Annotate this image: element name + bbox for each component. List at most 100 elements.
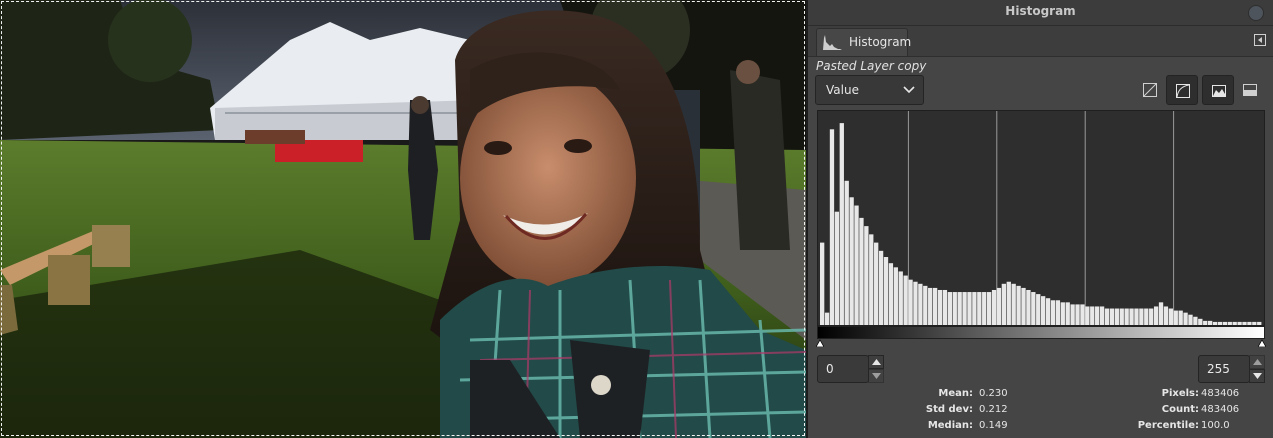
histogram-bar xyxy=(1134,308,1139,325)
histogram-bar xyxy=(883,257,889,325)
histogram-bar xyxy=(1203,320,1208,325)
histogram-bar xyxy=(1109,308,1115,325)
histogram-bar xyxy=(972,292,977,325)
histogram-bar xyxy=(1124,308,1129,325)
range-high-increment[interactable] xyxy=(1249,355,1265,369)
chevron-down-icon xyxy=(1253,373,1262,379)
range-low-input[interactable]: 0 xyxy=(817,355,869,383)
chevron-up-icon xyxy=(872,359,881,365)
histogram-bar xyxy=(1006,281,1011,325)
range-low-spinner[interactable]: 0 xyxy=(817,355,884,383)
histogram-bar xyxy=(1095,306,1100,325)
histogram-bar xyxy=(898,271,903,325)
count-value: 483406 xyxy=(1201,404,1240,415)
histogram-bar xyxy=(1065,302,1070,325)
histogram-bar xyxy=(952,292,957,325)
histogram-bar xyxy=(957,292,962,325)
histogram-bar xyxy=(1227,321,1232,325)
histogram-bar xyxy=(1163,306,1169,325)
histogram-bar xyxy=(1158,302,1164,325)
channel-value: Value xyxy=(826,83,859,97)
tab-histogram[interactable]: Histogram xyxy=(816,28,912,56)
histogram-bar xyxy=(1257,321,1262,325)
chevron-up-icon xyxy=(1253,359,1262,365)
histogram-bar xyxy=(928,287,933,325)
histogram-bar xyxy=(1080,304,1085,325)
histogram-bar xyxy=(820,242,825,325)
histogram-bar xyxy=(1085,306,1090,325)
histogram-outline-button[interactable] xyxy=(1202,75,1234,105)
histogram-bar xyxy=(878,250,884,325)
histogram-bar xyxy=(1021,287,1026,325)
tab-label: Histogram xyxy=(849,35,912,49)
range-high-input[interactable]: 255 xyxy=(1198,355,1250,383)
range-low-increment[interactable] xyxy=(868,355,884,369)
range-high-decrement[interactable] xyxy=(1249,369,1265,383)
histogram-bar xyxy=(1011,283,1016,325)
histogram-bar xyxy=(893,267,898,325)
histogram-bar xyxy=(1144,308,1149,325)
histogram-bar xyxy=(839,123,844,325)
histogram-bar xyxy=(1183,312,1188,325)
channel-select[interactable]: Value xyxy=(815,75,924,105)
log-scale-button[interactable] xyxy=(1166,75,1198,105)
histogram-bar xyxy=(859,217,864,325)
high-range-handle[interactable] xyxy=(1258,339,1266,347)
histogram-bar xyxy=(888,263,894,325)
dock-close-button[interactable] xyxy=(1248,5,1264,21)
pixels-value: 483406 xyxy=(1201,388,1240,399)
chevron-down-icon xyxy=(903,86,915,94)
histogram-bar xyxy=(1217,321,1223,325)
range-low-decrement[interactable] xyxy=(868,369,884,383)
histogram-bar xyxy=(1016,285,1021,325)
histogram-bar xyxy=(1149,308,1154,325)
dock-title: Histogram xyxy=(1005,4,1076,18)
histogram-filled-button[interactable] xyxy=(1234,75,1266,105)
median-value: 0.149 xyxy=(979,420,1008,431)
histogram-bar xyxy=(1222,321,1228,325)
histogram-bar xyxy=(1045,298,1051,325)
histogram-bar xyxy=(844,180,849,325)
stddev-value: 0.212 xyxy=(979,404,1008,415)
histogram-bar xyxy=(982,292,987,325)
histogram-bar xyxy=(1036,294,1041,325)
histogram-bar xyxy=(1041,296,1046,325)
histogram-bar xyxy=(977,292,982,325)
histogram-bar xyxy=(869,234,874,325)
histogram-plot xyxy=(820,111,1262,325)
histogram-bar xyxy=(1188,314,1193,325)
histogram-bar xyxy=(923,285,928,325)
histogram-bar xyxy=(1153,306,1159,325)
histogram-bar xyxy=(864,226,869,325)
image-canvas[interactable] xyxy=(0,0,806,438)
range-high-spinner[interactable]: 255 xyxy=(1198,355,1265,383)
stddev-label: Std dev: xyxy=(925,404,973,415)
tab-menu-icon[interactable] xyxy=(1254,34,1266,46)
mean-value: 0.230 xyxy=(979,388,1008,399)
low-range-handle[interactable] xyxy=(816,339,824,347)
count-label: Count: xyxy=(1161,404,1199,415)
histogram-view[interactable] xyxy=(817,110,1265,326)
histogram-bar xyxy=(967,292,972,325)
dock-titlebar[interactable]: Histogram xyxy=(808,0,1273,26)
mean-label: Mean: xyxy=(938,388,973,399)
percentile-value: 100.0 xyxy=(1201,420,1230,431)
histogram-bar xyxy=(834,211,840,325)
histogram-bar xyxy=(1129,308,1134,325)
histogram-bar xyxy=(1242,321,1247,325)
dock-tab-row: Histogram xyxy=(808,26,1273,57)
histogram-bar xyxy=(1212,321,1218,325)
histogram-bar xyxy=(1050,300,1056,325)
histogram-dock: Histogram Histogram Pasted Layer copy Va… xyxy=(808,0,1273,438)
value-gradient-bar[interactable] xyxy=(817,326,1265,339)
layer-name-label: Pasted Layer copy xyxy=(816,59,927,73)
histogram-bar xyxy=(1173,310,1178,325)
linear-scale-button[interactable] xyxy=(1134,75,1166,105)
histogram-bar xyxy=(1031,292,1036,325)
histogram-bar xyxy=(1252,321,1257,325)
histogram-bar xyxy=(1178,310,1183,325)
histogram-bar xyxy=(1090,306,1095,325)
histogram-filled-icon xyxy=(1243,84,1257,96)
histogram-bar xyxy=(962,292,967,325)
histogram-bar xyxy=(986,292,992,325)
